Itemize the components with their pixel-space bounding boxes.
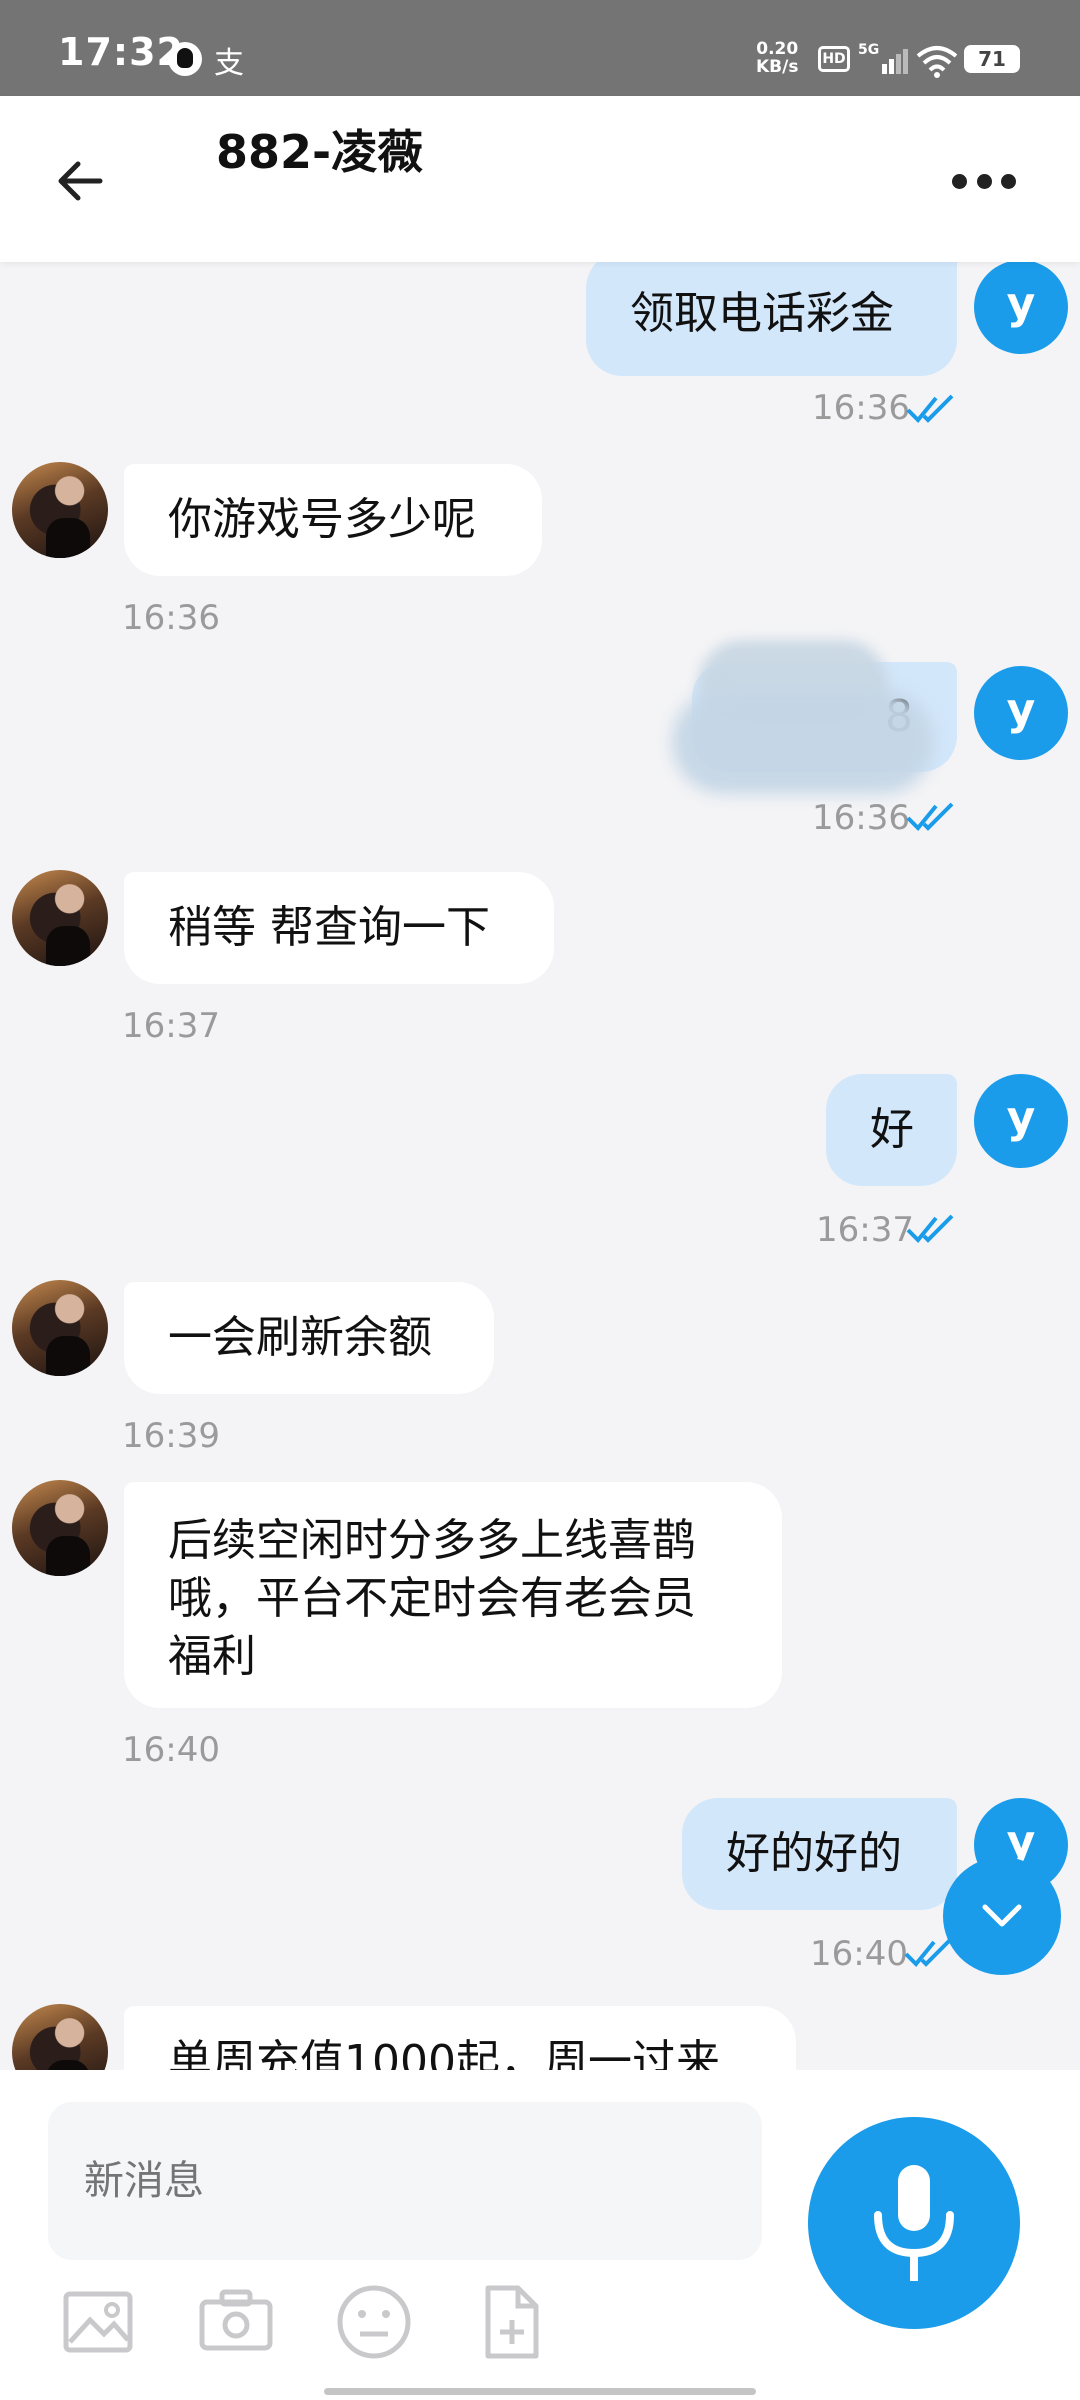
avatar[interactable]: y: [974, 262, 1068, 354]
more-dot: [1001, 173, 1016, 189]
message-input[interactable]: [48, 2102, 762, 2260]
message-time: 16:36: [812, 798, 910, 838]
avatar[interactable]: [12, 870, 108, 966]
message-text: 后续空闲时分多多上线喜鹊哦，平台不定时会有老会员福利: [168, 1515, 696, 1682]
message-time: 16:40: [122, 1730, 220, 1770]
message-bubble-incoming[interactable]: 一会刷新余额: [124, 1282, 494, 1394]
emoji-icon[interactable]: [334, 2282, 414, 2362]
chat-header: 882-凌薇: [0, 96, 1080, 262]
more-dot: [976, 173, 992, 189]
wifi-icon: [916, 46, 958, 78]
file-add-icon[interactable]: [472, 2282, 552, 2362]
alipay-notification-icon: 支: [214, 46, 244, 81]
message-text: 领取电话彩金: [630, 288, 894, 339]
more-options-icon[interactable]: [952, 170, 1016, 192]
qq-notification-icon: [168, 42, 202, 76]
signal-5g-icon: 5G: [858, 42, 908, 74]
message-bubble-incoming[interactable]: 后续空闲时分多多上线喜鹊哦，平台不定时会有老会员福利: [124, 1482, 782, 1708]
avatar[interactable]: [12, 2004, 108, 2070]
status-bar: 17:32 支 0.20 KB/s HD 5G 71: [0, 0, 1080, 96]
message-bubble-outgoing[interactable]: 领取电话彩金: [586, 262, 957, 376]
avatar[interactable]: [12, 1480, 108, 1576]
status-time: 17:32: [58, 30, 184, 74]
message-bubble-outgoing[interactable]: 好: [826, 1074, 957, 1186]
voice-record-button[interactable]: [808, 2117, 1020, 2329]
message-time: 16:36: [812, 388, 910, 428]
message-time: 16:40: [810, 1934, 908, 1974]
read-receipt-icon: [906, 1214, 954, 1243]
network-speed-value: 0.20: [756, 39, 799, 59]
avatar[interactable]: y: [974, 1074, 1068, 1168]
message-text: 好: [870, 1104, 914, 1155]
home-indicator[interactable]: [324, 2388, 756, 2395]
more-dot: [952, 173, 967, 189]
message-time: 16:36: [122, 598, 220, 638]
chat-title: 882-凌薇: [216, 125, 424, 179]
message-time: 16:37: [122, 1006, 220, 1046]
message-text: 稍等 帮查询一下: [168, 902, 490, 953]
read-receipt-icon: [906, 802, 954, 831]
hd-icon: HD: [818, 46, 850, 72]
avatar[interactable]: y: [974, 666, 1068, 760]
message-bubble-incoming[interactable]: 你游戏号多少呢: [124, 464, 542, 576]
battery-icon: 71: [964, 45, 1020, 73]
scroll-to-bottom-button[interactable]: [943, 1857, 1061, 1975]
read-receipt-icon: [906, 394, 954, 423]
camera-icon[interactable]: [196, 2282, 276, 2362]
message-time: 16:37: [816, 1210, 914, 1250]
microphone-icon: [874, 2165, 954, 2281]
message-text: 单周充值1000起，周一过来: [168, 2036, 720, 2070]
chevron-down-icon: [982, 1904, 1022, 1927]
redaction-blur: [672, 690, 934, 794]
message-text: 你游戏号多少呢: [168, 494, 476, 545]
message-list[interactable]: 领取电话彩金 y 16:36 你游戏号多少呢 16:36 8 y 16:36 稍…: [0, 262, 1080, 2070]
message-time: 16:39: [122, 1416, 220, 1456]
message-text: 好的好的: [726, 1828, 902, 1879]
network-speed-unit: KB/s: [756, 57, 799, 77]
avatar[interactable]: [12, 1280, 108, 1376]
message-text: 一会刷新余额: [168, 1312, 432, 1363]
network-type-label: 5G: [858, 42, 879, 58]
composer: [0, 2070, 1080, 2400]
message-bubble-incoming[interactable]: 稍等 帮查询一下: [124, 872, 554, 984]
message-bubble-outgoing[interactable]: 好的好的: [682, 1798, 957, 1910]
avatar[interactable]: [12, 462, 108, 558]
image-icon[interactable]: [60, 2282, 140, 2362]
back-arrow-icon[interactable]: [52, 151, 112, 211]
network-speed: 0.20 KB/s: [756, 40, 798, 76]
message-bubble-incoming[interactable]: 单周充值1000起，周一过来: [124, 2006, 796, 2070]
